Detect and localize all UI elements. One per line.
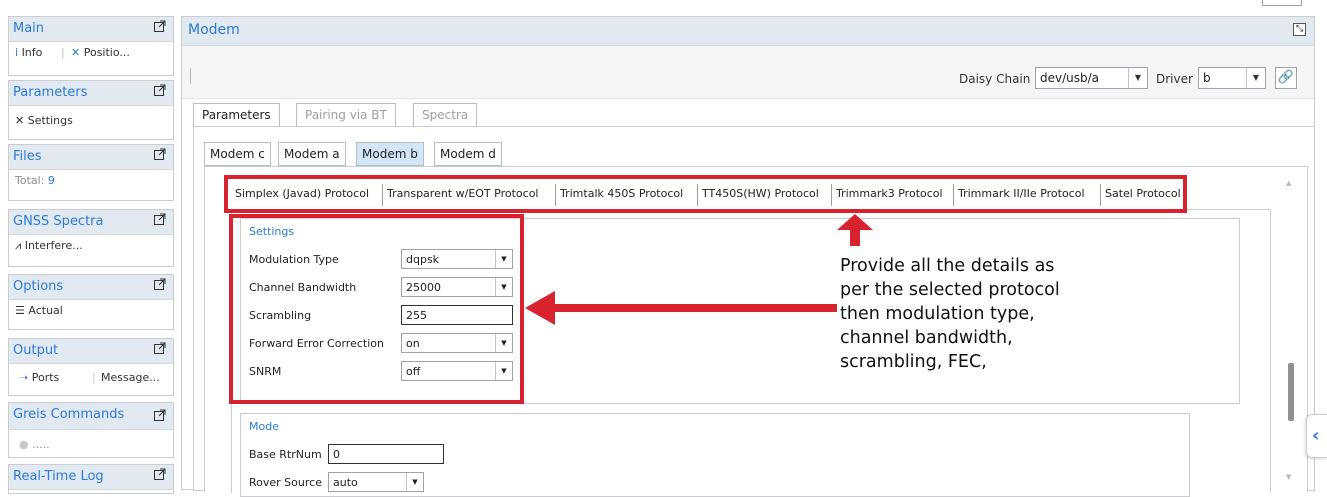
panel-real-time-log-header[interactable]: Real-Time Log [9,465,173,490]
scroll-up-icon[interactable]: ▲ [1286,179,1291,187]
popout-icon[interactable] [154,278,166,290]
rover-source-select[interactable]: auto ▼ [328,472,424,492]
interference-link[interactable]: ⩘ Interfere... [15,239,83,253]
panel-parameters: Parameters ✕ Settings [8,80,174,140]
panel-files: Files Total: 9 [8,144,174,201]
scrollbar-thumb[interactable] [1288,363,1294,421]
chevron-down-icon: ▼ [406,473,423,491]
toolbar: Daisy Chain dev/usb/a ▼ Driver b ▼ 🔗 [182,46,1314,99]
panel-title: Real-Time Log [13,469,104,484]
satellite-icon: ✕ [71,46,81,59]
panel-output-header[interactable]: Output [9,339,173,364]
base-rtrnum-label: Base RtrNum [249,448,322,461]
restore-icon[interactable]: ⤡ [1293,23,1306,36]
tab-modem-c[interactable]: Modem c [204,142,271,166]
panel-title: Greis Commands [13,407,125,422]
chevron-down-icon: ▼ [1128,68,1147,88]
daisy-chain-select[interactable]: dev/usb/a ▼ [1035,67,1148,89]
popout-icon[interactable] [154,468,166,480]
tab-parameters[interactable]: Parameters [193,103,280,127]
chevron-left-icon: ‹ [1312,425,1320,446]
command-status: ● ..... [19,438,50,451]
annotation-line: channel bandwidth, [840,328,1013,348]
side-panel-handle[interactable]: ‹ [1306,414,1327,458]
tab-modem-d[interactable]: Modem d [434,142,502,166]
chart-icon: ⩘ [15,239,22,252]
base-rtrnum-input[interactable]: 0 [328,444,444,464]
panel-parameters-header[interactable]: Parameters [9,81,173,106]
daisy-chain-label: Daisy Chain [959,72,1031,86]
base-rtrnum-value: 0 [333,448,340,461]
driver-select[interactable]: b ▼ [1198,67,1266,89]
status-dot-icon: ● [19,438,29,451]
scroll-down-icon[interactable]: ▼ [1286,473,1291,481]
panel-options-header[interactable]: Options [9,275,173,300]
mode-group: Mode Base RtrNum 0 Rover Source auto ▼ [240,413,1190,497]
panel-title: Parameters [13,85,88,100]
tools-icon: ✕ [15,114,25,127]
mode-title: Mode [249,420,279,433]
actual-link[interactable]: ☰ Actual [15,304,63,317]
daisy-chain-value: dev/usb/a [1040,71,1100,85]
panel-gnss-spectra-header[interactable]: GNSS Spectra [9,210,173,235]
link-button[interactable]: 🔗 [1275,67,1297,89]
popout-icon[interactable] [154,213,166,225]
panel-greis-commands: Greis Commands ● ..... [8,402,174,458]
panel-main: Main i Info | ✕ Positio... [8,16,174,76]
popout-icon[interactable] [154,342,166,354]
rover-source-label: Rover Source [249,476,322,489]
panel-options: Options ☰ Actual [8,274,174,330]
divider: | [61,46,65,59]
link-icon: 🔗 [1277,70,1295,85]
popout-icon[interactable] [154,409,166,421]
panel-main-header[interactable]: Main [9,17,173,42]
panel-gnss-spectra: GNSS Spectra ⩘ Interfere... [8,209,174,267]
panel-title: Main [13,21,45,36]
messages-link[interactable]: Message... [101,371,160,384]
panel-greis-commands-header[interactable]: Greis Commands [9,403,173,430]
tab-modem-a[interactable]: Modem a [278,142,346,166]
list-icon: ☰ [15,304,25,317]
divider: | [92,371,96,384]
panel-title: Output [13,343,59,358]
panel-title: GNSS Spectra [13,214,104,229]
window-chrome-fragment [1262,0,1302,6]
rover-source-value: auto [333,476,358,489]
arrow-up-annotation-icon [837,214,873,246]
popout-icon[interactable] [154,148,166,160]
position-link[interactable]: ✕ Positio... [71,46,130,59]
tab-spectra[interactable]: Spectra [413,103,478,127]
vertical-scrollbar[interactable]: ▲ ▼ [1281,177,1301,493]
toolbar-separator [190,68,191,84]
panel-files-header[interactable]: Files [9,145,173,170]
annotation-text: Provide all the details as per the selec… [840,254,1180,374]
window-title: Modem [188,22,240,38]
arrow-left-annotation-icon [525,291,837,325]
driver-value: b [1203,71,1211,85]
annotation-line: then modulation type, [840,304,1035,324]
modem-window-header: Modem ⤡ [182,17,1314,46]
settings-highlight-box [229,214,524,404]
info-icon: i [15,46,19,59]
files-total: Total: 9 [15,174,55,187]
driver-label: Driver [1156,72,1193,86]
panel-title: Files [13,149,42,164]
ports-link[interactable]: ➝ Ports [19,371,59,384]
annotation-line: Provide all the details as [840,256,1055,276]
arrow-right-icon: ➝ [19,371,29,384]
panel-output: Output ➝ Ports | Message... [8,338,174,396]
tab-pairing-via-bt[interactable]: Pairing via BT [296,103,396,127]
annotation-line: scrambling, FEC, [840,352,987,372]
panel-title: Options [13,279,64,294]
tab-modem-b[interactable]: Modem b [356,142,424,166]
popout-icon[interactable] [154,20,166,32]
info-link[interactable]: i Info [15,46,42,59]
settings-link[interactable]: ✕ Settings [15,114,73,127]
sidebar: Main i Info | ✕ Positio... Parameters ✕ … [0,0,177,494]
annotation-line: per the selected protocol [840,280,1060,300]
chevron-down-icon: ▼ [1246,68,1265,88]
protocol-highlight-box [224,175,1187,213]
popout-icon[interactable] [154,84,166,96]
